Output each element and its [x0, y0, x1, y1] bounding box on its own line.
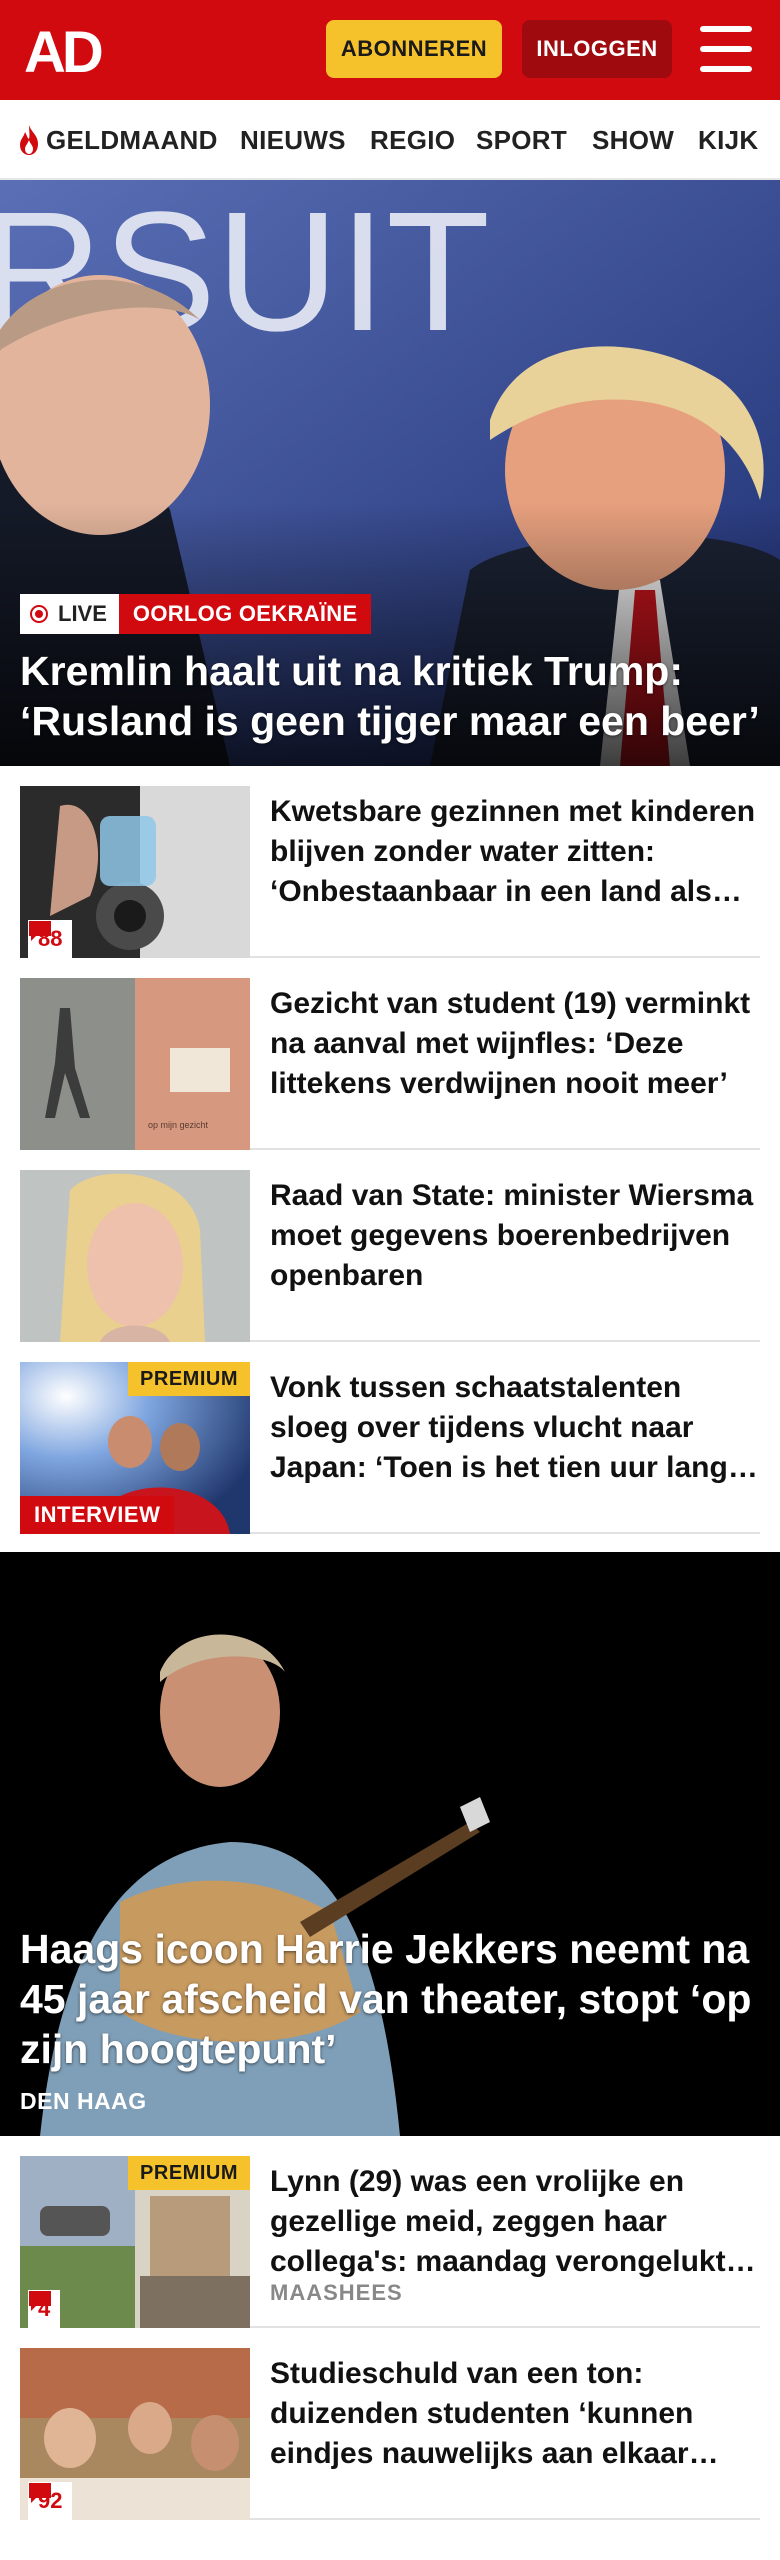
login-button[interactable]: INLOGGEN	[522, 20, 672, 78]
premium-badge: PREMIUM	[128, 2156, 250, 2190]
hero-article[interactable]: RSUIT LIVE OORLOG OEKRAÏNE Kremlin haalt…	[0, 180, 780, 766]
article-location: MAASHEES	[270, 2280, 403, 2305]
hero-tags: LIVE OORLOG OEKRAÏNE	[20, 594, 372, 634]
live-dot-icon	[30, 605, 48, 623]
comment-icon	[29, 2483, 51, 2503]
article-thumbnail	[20, 1170, 250, 1342]
comment-count[interactable]: 88	[28, 920, 73, 958]
article-thumbnail: PREMIUM INTERVIEW	[20, 1362, 250, 1534]
article-title[interactable]: Vonk tussen schaatstalenten sloeg over t…	[270, 1368, 760, 1488]
list-item[interactable]: PREMIUM 4 Lynn (29) was een vrolijke en …	[20, 2136, 760, 2328]
article-title[interactable]: Raad van State: minister Wiersma moet ge…	[270, 1176, 760, 1296]
list-item[interactable]: 88 Kwetsbare gezinnen met kinderen blijv…	[20, 766, 760, 958]
svg-text:op mijn gezicht: op mijn gezicht	[148, 1120, 209, 1130]
category-badge[interactable]: OORLOG OEKRAÏNE	[118, 594, 372, 634]
nav-label: GELDMAAND	[46, 124, 218, 155]
article-title[interactable]: Gezicht van student (19) verminkt na aan…	[270, 984, 760, 1104]
flame-icon	[20, 125, 38, 155]
nav-item-kijk[interactable]: KIJK	[698, 100, 758, 180]
article-thumbnail: PREMIUM 4	[20, 2156, 250, 2328]
hamburger-icon[interactable]	[700, 26, 752, 72]
feature-title[interactable]: Haags icoon Harrie Jekkers neemt na 45 j…	[20, 1924, 770, 2074]
live-badge: LIVE	[20, 594, 119, 634]
live-label: LIVE	[58, 601, 107, 626]
article-thumbnail: op mijn gezicht	[20, 978, 250, 1150]
article-thumbnail: 88	[20, 786, 250, 958]
hero-title[interactable]: Kremlin haalt uit na kritiek Trump: ‘Rus…	[20, 646, 770, 746]
article-title[interactable]: Studieschuld van een ton: duizenden stud…	[270, 2354, 760, 2474]
comment-count[interactable]: 4	[28, 2290, 61, 2328]
section-nav: GELDMAAND NIEUWS REGIO SPORT SHOW KIJK	[0, 100, 780, 180]
top-bar: AD ABONNEREN INLOGGEN	[0, 0, 780, 100]
list-item[interactable]: PREMIUM INTERVIEW Vonk tussen schaatstal…	[20, 1342, 760, 1534]
nav-item-nieuws[interactable]: NIEUWS	[240, 100, 346, 180]
feature-location: DEN HAAG	[20, 2088, 147, 2114]
list-item[interactable]: op mijn gezicht Gezicht van student (19)…	[20, 958, 760, 1150]
premium-badge: PREMIUM	[128, 1362, 250, 1396]
ad-logo[interactable]: AD	[24, 22, 116, 78]
list-item[interactable]: 92 Studieschuld van een ton: duizenden s…	[20, 2328, 760, 2520]
feature-article[interactable]: Haags icoon Harrie Jekkers neemt na 45 j…	[0, 1552, 780, 2136]
article-thumbnail: 92	[20, 2348, 250, 2520]
nav-item-regio[interactable]: REGIO	[370, 100, 455, 180]
nav-item-sport[interactable]: SPORT	[476, 100, 567, 180]
nav-item-geldmaand[interactable]: GELDMAAND	[16, 100, 218, 180]
comment-icon	[29, 2291, 51, 2311]
article-title[interactable]: Lynn (29) was een vrolijke en gezellige …	[270, 2162, 760, 2282]
interview-label: INTERVIEW	[20, 1496, 175, 1534]
list-item[interactable]: Raad van State: minister Wiersma moet ge…	[20, 1150, 760, 1342]
nav-item-show[interactable]: SHOW	[592, 100, 674, 180]
article-title[interactable]: Kwetsbare gezinnen met kinderen blijven …	[270, 792, 760, 912]
svg-text:AD: AD	[24, 22, 102, 78]
subscribe-button[interactable]: ABONNEREN	[326, 20, 502, 78]
comment-count[interactable]: 92	[28, 2482, 73, 2520]
comment-icon	[29, 921, 51, 941]
